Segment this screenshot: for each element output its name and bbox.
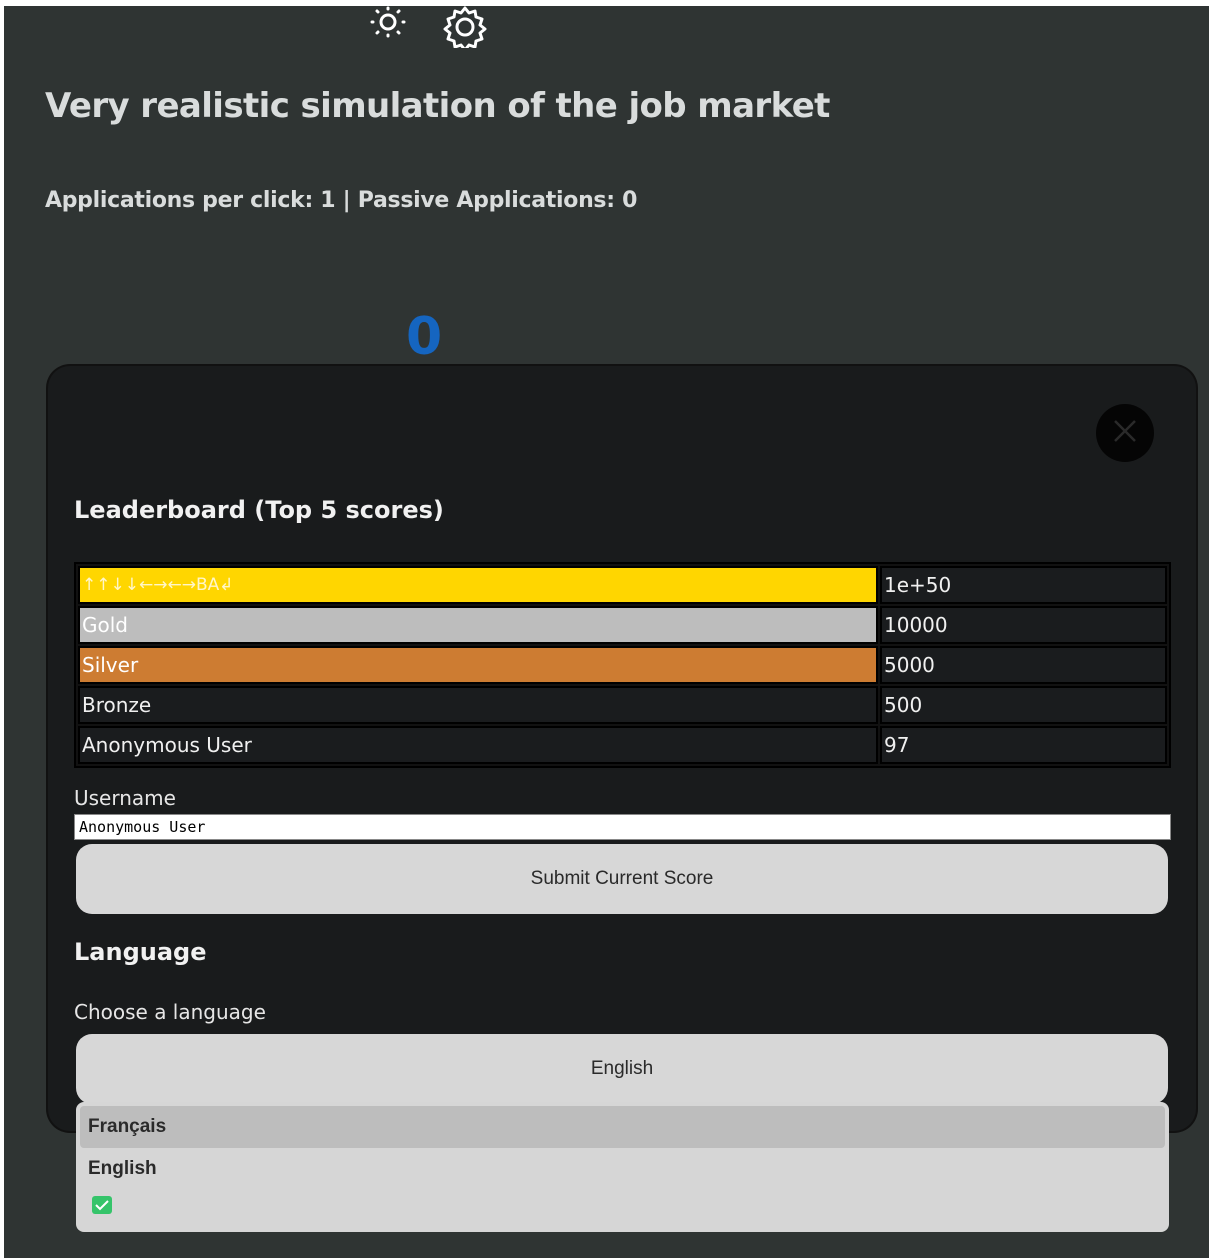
player-name: Bronze [78,686,878,724]
player-score: 500 [880,686,1167,724]
app-window: Very realistic simulation of the job mar… [4,6,1209,1258]
table-row: ↑↑↓↓←→←→BA↲ 1e+50 [78,566,1167,604]
language-label: Choose a language [74,1000,266,1024]
table-row: Anonymous User 97 [78,726,1167,764]
player-name: Anonymous User [78,726,878,764]
player-name: Gold [78,606,878,644]
checkmark-icon [92,1196,112,1214]
leaderboard-heading: Leaderboard (Top 5 scores) [74,496,444,524]
player-name: ↑↑↓↓←→←→BA↲ [78,566,878,604]
settings-modal: Leaderboard (Top 5 scores) ↑↑↓↓←→←→BA↲ 1… [48,366,1196,1131]
language-select[interactable]: English [76,1034,1168,1104]
application-counter: 0 [406,307,443,367]
player-score: 5000 [880,646,1167,684]
username-input[interactable] [74,814,1171,840]
sun-icon[interactable] [366,6,410,50]
stats-line: Applications per click: 1 | Passive Appl… [45,188,638,213]
page-title: Very realistic simulation of the job mar… [45,86,830,126]
username-label: Username [74,786,176,810]
leaderboard-table: ↑↑↓↓←→←→BA↲ 1e+50 Gold 10000 Silver 5000… [74,562,1171,768]
player-name: Silver [78,646,878,684]
table-row: Bronze 500 [78,686,1167,724]
close-button[interactable] [1096,404,1154,462]
language-heading: Language [74,938,207,966]
language-option-fr[interactable]: Français [80,1106,1165,1148]
player-score: 10000 [880,606,1167,644]
table-row: Gold 10000 [78,606,1167,644]
player-score: 97 [880,726,1167,764]
player-score: 1e+50 [880,566,1167,604]
gear-icon[interactable] [438,6,492,52]
language-option-en[interactable]: English [80,1148,1165,1190]
table-row: Silver 5000 [78,646,1167,684]
submit-score-button[interactable]: Submit Current Score [76,844,1168,914]
close-icon [1112,418,1138,448]
language-dropdown: Français English [76,1102,1169,1232]
